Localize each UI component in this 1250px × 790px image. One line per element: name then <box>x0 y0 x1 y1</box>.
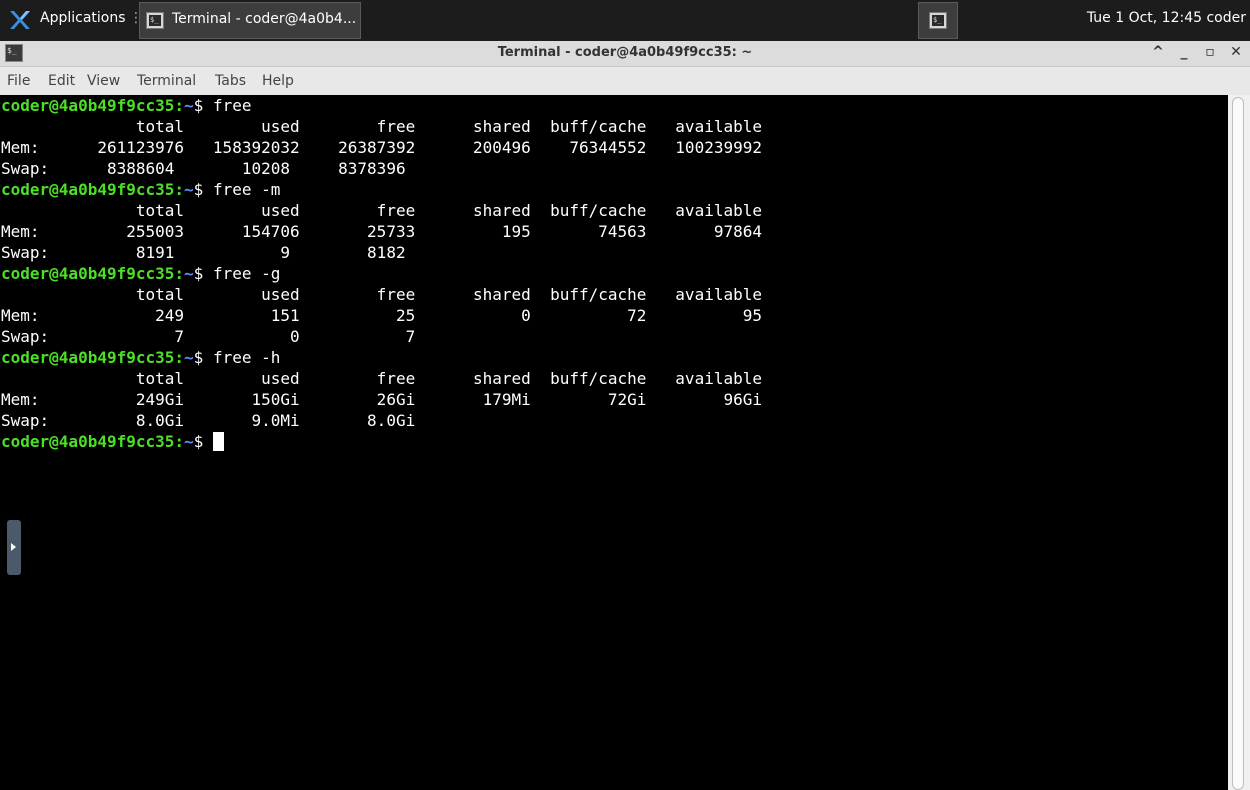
prompt-command: $ free -h <box>193 348 281 367</box>
terminal-prompt-line: coder@4a0b49f9cc35:~$ <box>1 431 1228 452</box>
taskbar-terminal-button[interactable]: $_ Terminal - coder@4a0b4... <box>139 2 361 39</box>
terminal-cursor <box>212 432 224 451</box>
menubar: File Edit View Terminal Tabs Help <box>0 67 1250 95</box>
taskbar: Applications ⋮ $_ Terminal - coder@4a0b4… <box>0 0 1250 41</box>
window-controls: ^ _ ▫ ✕ <box>1152 44 1242 60</box>
menu-help[interactable]: Help <box>262 73 294 89</box>
prompt-user-host: coder@4a0b49f9cc35: <box>1 264 185 283</box>
taskbar-terminal-label: Terminal - coder@4a0b4... <box>172 11 357 27</box>
terminal-output-line: Swap: 8388604 10208 8378396 <box>1 159 406 178</box>
terminal-output-line: total used free shared buff/cache availa… <box>1 285 762 304</box>
window-title: Terminal - coder@4a0b49f9cc35: ~ <box>497 45 753 60</box>
expand-arrow-icon <box>11 543 16 551</box>
terminal-output-line: Mem: 261123976 158392032 26387392 200496… <box>1 138 762 157</box>
prompt-path: ~ <box>184 180 194 199</box>
prompt-user-host: coder@4a0b49f9cc35: <box>1 180 185 199</box>
clock[interactable]: Tue 1 Oct, 12:45 coder <box>1087 10 1246 26</box>
terminal-prompt-line: coder@4a0b49f9cc35:~$ free <box>1 95 1228 116</box>
menu-view[interactable]: View <box>87 73 120 89</box>
terminal-output-line: total used free shared buff/cache availa… <box>1 117 762 136</box>
terminal-output-line: total used free shared buff/cache availa… <box>1 201 762 220</box>
minimize-button[interactable]: _ <box>1178 44 1190 60</box>
window-titlebar[interactable]: $_ Terminal - coder@4a0b49f9cc35: ~ ^ _ … <box>0 41 1250 67</box>
terminal-output-line: Swap: 8.0Gi 9.0Mi 8.0Gi <box>1 411 416 430</box>
terminal-prompt-line: coder@4a0b49f9cc35:~$ free -h <box>1 347 1228 368</box>
close-button[interactable]: ✕ <box>1230 44 1242 60</box>
shade-button[interactable]: ^ <box>1152 44 1164 60</box>
terminal-output-line: Swap: 7 0 7 <box>1 327 416 346</box>
terminal-area[interactable]: coder@4a0b49f9cc35:~$ free total used fr… <box>0 95 1228 790</box>
prompt-path: ~ <box>184 96 194 115</box>
terminal-scrollbar[interactable] <box>1228 95 1250 790</box>
prompt-user-host: coder@4a0b49f9cc35: <box>1 348 185 367</box>
prompt-command: $ <box>193 432 213 451</box>
panel-handle[interactable] <box>7 520 21 575</box>
terminal-output: coder@4a0b49f9cc35:~$ free total used fr… <box>0 95 1228 452</box>
terminal-output-line: total used free shared buff/cache availa… <box>1 369 762 388</box>
terminal-output-line: Mem: 249Gi 150Gi 26Gi 179Mi 72Gi 96Gi <box>1 390 762 409</box>
scrollbar-thumb[interactable] <box>1232 97 1244 790</box>
terminal-prompt-line: coder@4a0b49f9cc35:~$ free -g <box>1 263 1228 284</box>
menu-tabs[interactable]: Tabs <box>215 73 246 89</box>
workspace-switcher-button[interactable]: $_ <box>918 2 958 39</box>
prompt-command: $ free -m <box>193 180 281 199</box>
maximize-button[interactable]: ▫ <box>1204 44 1216 60</box>
prompt-path: ~ <box>184 432 194 451</box>
prompt-user-host: coder@4a0b49f9cc35: <box>1 96 185 115</box>
prompt-path: ~ <box>184 348 194 367</box>
applications-menu-button[interactable]: Applications <box>40 10 126 26</box>
xfce-logo-icon[interactable] <box>8 9 32 31</box>
prompt-path: ~ <box>184 264 194 283</box>
menu-terminal[interactable]: Terminal <box>137 73 196 89</box>
terminal-prompt-line: coder@4a0b49f9cc35:~$ free -m <box>1 179 1228 200</box>
terminal-output-line: Mem: 249 151 25 0 72 95 <box>1 306 762 325</box>
terminal-output-line: Swap: 8191 9 8182 <box>1 243 406 262</box>
terminal-output-line: Mem: 255003 154706 25733 195 74563 97864 <box>1 222 762 241</box>
menu-file[interactable]: File <box>7 73 30 89</box>
terminal-icon: $_ <box>929 12 947 29</box>
prompt-command: $ free -g <box>193 264 281 283</box>
terminal-icon: $_ <box>146 12 164 29</box>
prompt-command: $ free <box>193 96 252 115</box>
prompt-user-host: coder@4a0b49f9cc35: <box>1 432 185 451</box>
menu-edit[interactable]: Edit <box>48 73 75 89</box>
